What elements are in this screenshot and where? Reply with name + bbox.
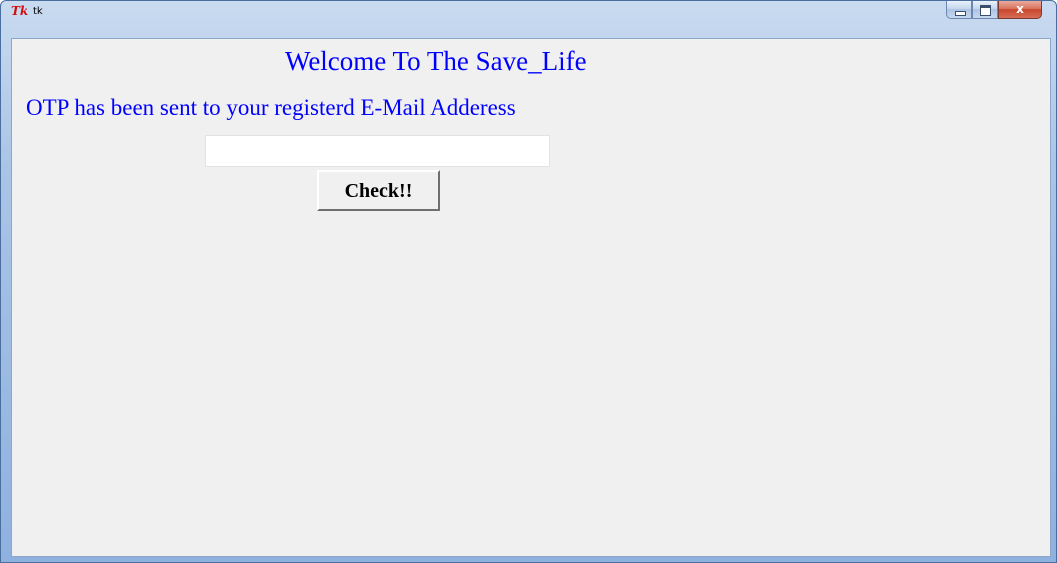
close-button[interactable]: x [998,1,1042,19]
maximize-button[interactable] [972,1,998,19]
minimize-icon [955,11,966,16]
tk-icon: Tk [11,4,29,18]
otp-sent-message: OTP has been sent to your registerd E-Ma… [26,95,516,120]
otp-input[interactable] [205,135,550,167]
check-button[interactable]: Check!! [317,170,440,211]
close-icon: x [1016,2,1024,16]
minimize-button[interactable] [946,1,972,19]
maximize-icon [980,5,991,16]
app-window: Tk tk x Welcome To The Save_Life OTP has… [0,0,1057,563]
title-bar[interactable]: Tk tk x [1,1,1056,37]
welcome-heading: Welcome To The Save_Life [285,46,587,76]
client-area: Welcome To The Save_Life OTP has been se… [11,38,1051,557]
window-title: tk [33,6,43,17]
window-controls: x [946,1,1042,20]
